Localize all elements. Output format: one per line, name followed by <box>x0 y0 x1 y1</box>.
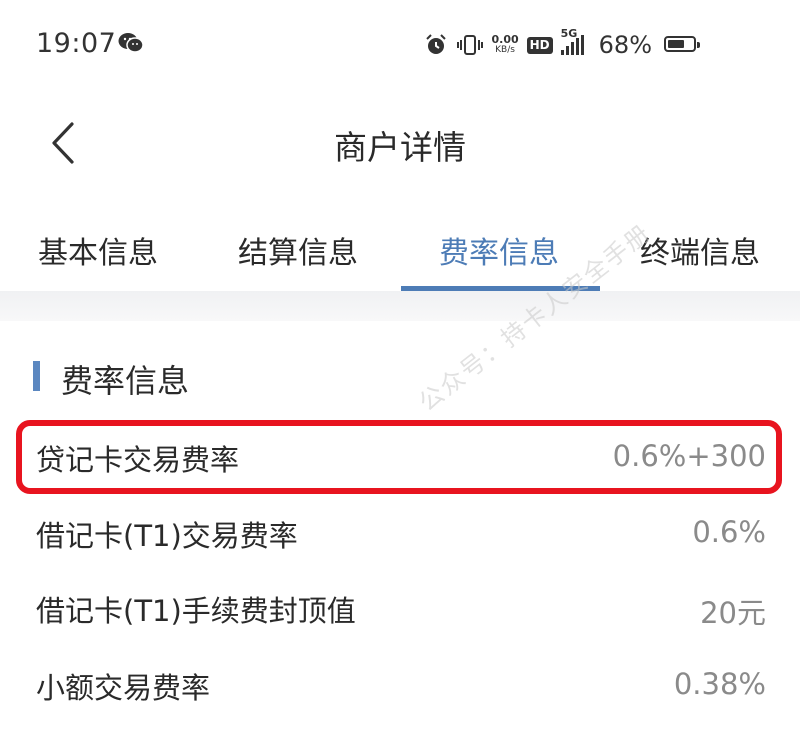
page-title: 商户详情 <box>334 128 466 167</box>
status-icons: 0.00 KB/s HD 5G 68% <box>424 27 652 60</box>
rate-value: 0.38% <box>673 667 766 701</box>
rate-label: 借记卡(T1)交易费率 <box>36 519 298 553</box>
net-speed-value: 0.00 <box>491 33 519 46</box>
network-type: 5G <box>560 27 578 40</box>
net-speed-unit: KB/s <box>495 45 515 55</box>
rate-value: 0.6% <box>692 515 766 549</box>
vibrate-icon <box>456 35 483 55</box>
battery-fill <box>668 40 685 48</box>
wechat-icon <box>118 33 144 53</box>
battery-percent: 68% <box>598 31 652 59</box>
tab-settlement-info[interactable]: 结算信息 <box>238 228 358 272</box>
signal-icon: 5G <box>560 27 591 55</box>
tab-bar: 基本信息 结算信息 费率信息 终端信息 <box>0 200 800 292</box>
rate-value: 20元 <box>700 596 766 630</box>
section-accent-bar <box>33 361 40 391</box>
battery-icon <box>664 36 700 52</box>
alarm-icon <box>425 34 446 54</box>
status-time: 19:07 <box>36 28 117 59</box>
rate-row-micro: 小额交易费率 0.38% <box>0 655 800 715</box>
rate-row-debit-cap: 借记卡(T1)手续费封顶值 20元 <box>0 578 800 638</box>
highlight-box <box>16 420 782 494</box>
rate-label: 小额交易费率 <box>36 671 211 705</box>
tab-basic-info[interactable]: 基本信息 <box>38 228 158 272</box>
rate-label: 借记卡(T1)手续费封顶值 <box>36 594 356 628</box>
hd-badge: HD <box>526 36 553 54</box>
rate-row-debit-t1: 借记卡(T1)交易费率 0.6% <box>0 503 800 563</box>
tab-terminal-info[interactable]: 终端信息 <box>640 228 760 272</box>
section-title: 费率信息 <box>61 362 190 400</box>
net-speed: 0.00 KB/s <box>492 34 519 56</box>
status-bar: 19:07 0.00 KB/s HD 5G 68% <box>0 0 800 92</box>
tab-rate-info[interactable]: 费率信息 <box>439 228 559 272</box>
tab-divider <box>0 291 800 321</box>
